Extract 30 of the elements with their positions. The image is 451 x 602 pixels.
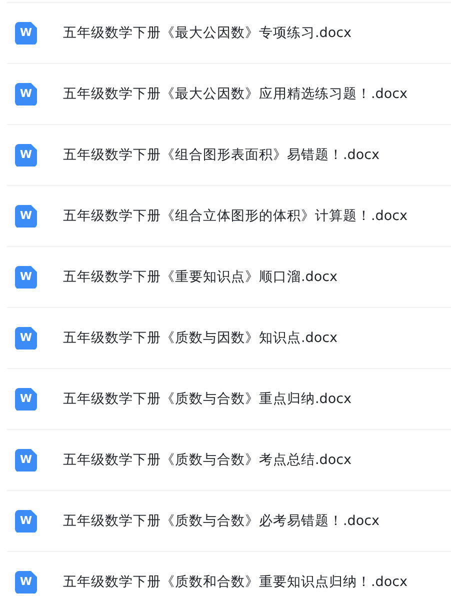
file-name: 五年级数学下册《质数与因数》知识点.docx xyxy=(63,328,338,348)
file-name: 五年级数学下册《最大公因数》应用精选练习题！.docx xyxy=(63,84,408,104)
file-name: 五年级数学下册《组合立体图形的体积》计算题！.docx xyxy=(63,206,408,226)
file-name: 五年级数学下册《重要知识点》顺口溜.docx xyxy=(63,268,338,287)
file-name: 五年级数学下册《质数和合数》重要知识点归纳！.docx xyxy=(63,572,408,592)
file-row[interactable]: W 五年级数学下册《组合立体图形的体积》计算题！.docx xyxy=(7,186,451,247)
file-row[interactable]: W 五年级数学下册《质数与合数》考点总结.docx xyxy=(7,430,451,491)
file-row[interactable]: W 五年级数学下册《最大公因数》专项练习.docx xyxy=(7,3,451,64)
document-icon: W xyxy=(15,82,37,106)
document-icon: W xyxy=(15,510,37,532)
file-name: 五年级数学下册《最大公因数》专项练习.docx xyxy=(63,24,352,43)
file-row[interactable]: W 五年级数学下册《组合图形表面积》易错题！.docx xyxy=(7,125,451,186)
file-row[interactable]: W 五年级数学下册《质数与合数》必考易错题！.docx xyxy=(7,491,451,552)
document-icon: W xyxy=(15,448,37,472)
document-icon: W xyxy=(15,388,37,410)
file-name: 五年级数学下册《质数与合数》重点归纳.docx xyxy=(63,390,352,409)
file-name: 五年级数学下册《质数与合数》考点总结.docx xyxy=(63,450,352,470)
file-row[interactable]: W 五年级数学下册《质数与合数》重点归纳.docx xyxy=(7,369,451,430)
document-icon: W xyxy=(15,266,37,288)
file-row[interactable]: W 五年级数学下册《最大公因数》应用精选练习题！.docx xyxy=(7,64,451,125)
document-icon: W xyxy=(15,22,37,44)
file-name: 五年级数学下册《质数与合数》必考易错题！.docx xyxy=(63,512,380,531)
document-icon: W xyxy=(15,570,37,594)
document-icon: W xyxy=(15,144,37,166)
file-row[interactable]: W 五年级数学下册《质数和合数》重要知识点归纳！.docx xyxy=(7,552,451,602)
file-row[interactable]: W 五年级数学下册《质数与因数》知识点.docx xyxy=(7,308,451,369)
file-name: 五年级数学下册《组合图形表面积》易错题！.docx xyxy=(63,146,380,165)
document-icon: W xyxy=(15,204,37,228)
file-row[interactable]: W 五年级数学下册《重要知识点》顺口溜.docx xyxy=(7,247,451,308)
document-icon: W xyxy=(15,326,37,350)
